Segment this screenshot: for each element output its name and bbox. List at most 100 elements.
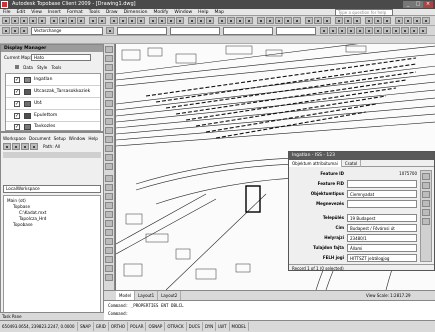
field-select[interactable]: Állami bbox=[347, 244, 417, 252]
zoom-window-icon[interactable] bbox=[128, 17, 136, 24]
menu-ws-window[interactable]: Window bbox=[69, 136, 86, 141]
dialog-tool-2-icon[interactable] bbox=[422, 182, 430, 189]
osnap-toggle[interactable]: OSNAP bbox=[146, 322, 166, 331]
dyn-toggle[interactable]: DYN bbox=[203, 322, 217, 331]
layer-previous-icon[interactable] bbox=[20, 27, 28, 34]
polygon-icon[interactable] bbox=[105, 64, 113, 71]
dialog-tool-1-icon[interactable] bbox=[422, 173, 430, 180]
cut-icon[interactable] bbox=[50, 17, 58, 24]
topobase-tool-6-icon[interactable] bbox=[305, 17, 313, 24]
topobase-tool-5-icon[interactable] bbox=[293, 17, 301, 24]
mirror-icon[interactable] bbox=[105, 193, 113, 200]
menu-dimension[interactable]: Dimension bbox=[121, 9, 151, 16]
tab-style[interactable]: Style bbox=[37, 65, 47, 70]
tree-item-topbase[interactable]: Topbase bbox=[13, 204, 30, 209]
paste-icon[interactable] bbox=[68, 17, 76, 24]
menu-view[interactable]: View bbox=[28, 9, 45, 16]
calculator-icon[interactable] bbox=[197, 17, 205, 24]
plotstyle-dropdown[interactable] bbox=[276, 27, 316, 35]
design-center-icon[interactable] bbox=[158, 17, 166, 24]
layer-row[interactable]: ✓ Tavkozles bbox=[6, 122, 100, 132]
tab-tools[interactable]: Tools bbox=[51, 65, 61, 70]
save-icon[interactable] bbox=[20, 17, 28, 24]
current-map-dropdown[interactable]: Hato bbox=[31, 54, 91, 61]
minimize-icon[interactable]: _ bbox=[403, 1, 413, 8]
draw-tool-3-icon[interactable] bbox=[338, 27, 346, 34]
ws-tool-2-icon[interactable] bbox=[12, 143, 20, 150]
menu-ws-help[interactable]: Help bbox=[88, 136, 98, 141]
tab-attach[interactable]: Csatol bbox=[342, 160, 362, 167]
fillet-icon[interactable] bbox=[105, 274, 113, 281]
menu-setup[interactable]: Setup bbox=[54, 136, 66, 141]
new-icon[interactable] bbox=[2, 17, 10, 24]
menu-help[interactable]: Help bbox=[195, 9, 211, 16]
sheet-set-icon[interactable] bbox=[176, 17, 184, 24]
redo-icon[interactable] bbox=[98, 17, 106, 24]
lineweight-dropdown[interactable] bbox=[223, 27, 273, 35]
field-input[interactable] bbox=[347, 180, 417, 188]
menu-format[interactable]: Format bbox=[64, 9, 86, 16]
rotate-icon[interactable] bbox=[105, 229, 113, 236]
tool-palette-icon[interactable] bbox=[167, 17, 175, 24]
layer-row[interactable]: ✓ Ingatlan bbox=[6, 74, 100, 86]
map-tool-2-icon[interactable] bbox=[227, 17, 235, 24]
tree-item-main[interactable]: Main (ot) bbox=[7, 198, 26, 203]
ws-tool-3-icon[interactable] bbox=[21, 143, 29, 150]
topobase-tool-13-icon[interactable] bbox=[374, 17, 382, 24]
properties-icon[interactable] bbox=[149, 17, 157, 24]
field-input[interactable]: 19 Budapest bbox=[347, 214, 417, 222]
copy-object-icon[interactable] bbox=[105, 184, 113, 191]
map-tool-1-icon[interactable] bbox=[218, 17, 226, 24]
tab-attributes[interactable]: Objektum attribútumai bbox=[289, 160, 342, 167]
rectangle-icon[interactable] bbox=[105, 73, 113, 80]
topobase-tool-3-icon[interactable] bbox=[275, 17, 283, 24]
tree-item-topobase[interactable]: Topobase bbox=[13, 222, 33, 227]
dialog-tool-5-icon[interactable] bbox=[422, 209, 430, 216]
tree-item-file[interactable]: C:\Kadat.mxt bbox=[19, 210, 46, 215]
topobase-tool-11-icon[interactable] bbox=[353, 17, 361, 24]
match-properties-icon[interactable] bbox=[77, 17, 85, 24]
topobase-tool-7-icon[interactable] bbox=[314, 17, 322, 24]
extend-icon[interactable] bbox=[105, 265, 113, 272]
dialog-tool-4-icon[interactable] bbox=[422, 200, 430, 207]
menu-tools[interactable]: Tools bbox=[86, 9, 103, 16]
move-icon[interactable] bbox=[105, 220, 113, 227]
layer-row[interactable]: ✓ Ut4 bbox=[6, 98, 100, 110]
map-tool-4-icon[interactable] bbox=[245, 17, 253, 24]
topobase-tool-18-icon[interactable] bbox=[422, 17, 430, 24]
markup-icon[interactable] bbox=[188, 17, 196, 24]
draw-tool-8-icon[interactable] bbox=[383, 27, 391, 34]
menu-modify[interactable]: Modify bbox=[151, 9, 172, 16]
draw-tool-2-icon[interactable] bbox=[329, 27, 337, 34]
make-current-icon[interactable] bbox=[106, 27, 114, 34]
menu-document[interactable]: Document bbox=[29, 136, 51, 141]
layer-visibility-checkbox[interactable]: ✓ bbox=[14, 124, 20, 130]
help-search-input[interactable]: Type a question for help bbox=[335, 9, 393, 16]
topobase-tool-9-icon[interactable] bbox=[335, 17, 343, 24]
offset-icon[interactable] bbox=[105, 202, 113, 209]
topobase-tool-14-icon[interactable] bbox=[383, 17, 391, 24]
erase-icon[interactable] bbox=[105, 175, 113, 182]
field-input[interactable]: Budapest / Fővárosi út bbox=[347, 224, 417, 232]
table-icon[interactable] bbox=[105, 154, 113, 161]
copy-icon[interactable] bbox=[59, 17, 67, 24]
ws-tool-4-icon[interactable] bbox=[30, 143, 38, 150]
spline-icon[interactable] bbox=[105, 100, 113, 107]
point-icon[interactable] bbox=[105, 127, 113, 134]
topobase-tool-8-icon[interactable] bbox=[323, 17, 331, 24]
layer-manager-icon[interactable] bbox=[2, 27, 10, 34]
field-input[interactable]: 23480/1 bbox=[347, 234, 417, 242]
workspace-combo[interactable]: LocalWorkspace bbox=[3, 185, 101, 193]
ellipse-icon[interactable] bbox=[105, 109, 113, 116]
menu-window[interactable]: Window bbox=[171, 9, 195, 16]
menu-map[interactable]: Map bbox=[211, 9, 227, 16]
topobase-tool-1-icon[interactable] bbox=[257, 17, 265, 24]
topobase-tool-4-icon[interactable] bbox=[284, 17, 292, 24]
topobase-tool-12-icon[interactable] bbox=[365, 17, 373, 24]
draw-tool-4-icon[interactable] bbox=[347, 27, 355, 34]
field-input[interactable]: Ciemnyadat bbox=[347, 190, 417, 198]
menu-draw[interactable]: Draw bbox=[103, 9, 121, 16]
print-icon[interactable] bbox=[29, 17, 37, 24]
linetype-dropdown[interactable] bbox=[170, 27, 220, 35]
layer-visibility-checkbox[interactable]: ✓ bbox=[14, 113, 20, 119]
